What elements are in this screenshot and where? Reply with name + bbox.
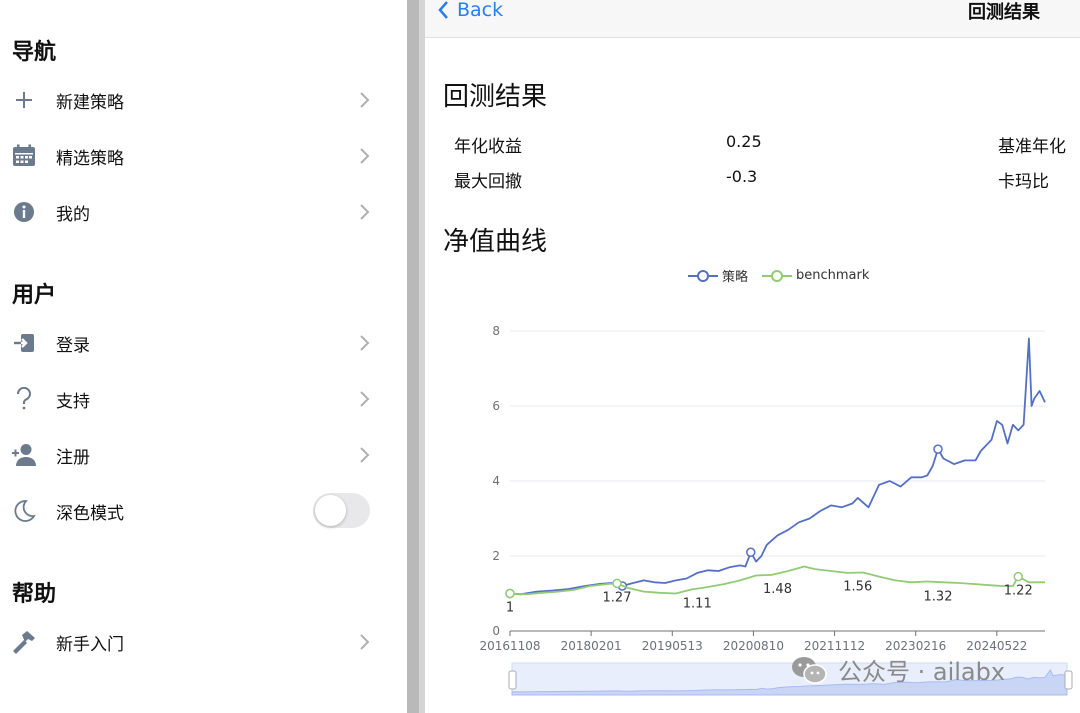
metric-label-max-drawdown: 最大回撤 xyxy=(454,172,522,192)
sidebar-item-label: 支持 xyxy=(56,391,90,412)
x-tick-label: 20240522 xyxy=(966,639,1027,653)
chevron-left-icon xyxy=(438,1,448,19)
y-tick-label: 8 xyxy=(492,324,500,338)
chevron-right-icon xyxy=(360,335,370,351)
chevron-right-icon xyxy=(360,148,370,164)
x-tick-label: 20200810 xyxy=(723,639,784,653)
moon-icon xyxy=(11,498,37,524)
chevron-right-icon xyxy=(360,634,370,650)
split-divider[interactable] xyxy=(407,0,425,713)
series-point xyxy=(933,444,943,454)
chevron-right-icon xyxy=(360,447,370,463)
sidebar-item-new-strategy[interactable]: 新建策略 xyxy=(0,76,390,124)
chevron-right-icon xyxy=(360,391,370,407)
hammer-icon xyxy=(11,629,37,655)
x-tick-label: 20211112 xyxy=(804,639,865,653)
chevron-right-icon xyxy=(360,204,370,220)
data-label: 1.56 xyxy=(843,580,872,595)
back-button[interactable]: Back xyxy=(437,0,503,23)
sidebar-item-support[interactable]: 支持 xyxy=(0,375,390,423)
question-icon xyxy=(11,386,37,412)
add-user-icon xyxy=(11,442,37,468)
curve-heading: 净值曲线 xyxy=(443,227,548,257)
back-label: Back xyxy=(457,0,504,21)
metric-value-max-drawdown: -0.3 xyxy=(726,167,758,186)
x-tick-label: 20190513 xyxy=(642,639,703,653)
sidebar-item-label: 精选策略 xyxy=(56,148,124,169)
series-point xyxy=(746,547,756,557)
sidebar-item-label: 新建策略 xyxy=(56,92,124,113)
toggle-knob xyxy=(315,495,346,526)
sidebar-item-label: 注册 xyxy=(56,447,90,468)
main-panel: Back 回测结果 回测结果 年化收益 0.25 基准年化 最大回撤 -0.3 … xyxy=(425,0,1080,713)
x-tick-label: 20230216 xyxy=(885,639,946,653)
series-point xyxy=(505,588,515,599)
login-icon xyxy=(11,330,37,356)
data-label: 1 xyxy=(506,601,514,616)
x-tick-label: 20180201 xyxy=(561,639,622,653)
results-heading: 回测结果 xyxy=(443,82,548,112)
x-tick-label: 20161108 xyxy=(479,639,540,653)
section-title-help: 帮助 xyxy=(12,582,57,607)
sidebar-item-label: 我的 xyxy=(56,204,90,225)
page-title: 回测结果 xyxy=(968,2,1040,23)
y-tick-label: 2 xyxy=(492,549,500,563)
info-icon xyxy=(11,199,37,225)
metric-value-annual-return: 0.25 xyxy=(726,132,762,151)
data-label: 1.22 xyxy=(1004,584,1033,599)
sidebar-item-label: 登录 xyxy=(56,335,90,356)
top-navigation-bar: Back 回测结果 xyxy=(425,0,1080,38)
series-point xyxy=(1013,571,1023,582)
calendar-icon xyxy=(11,143,37,169)
sidebar: 导航 新建策略 精选策略 我的 用户 登录 支持 注册 深色模式 帮助 新手入门 xyxy=(0,0,407,713)
sidebar-item-label: 深色模式 xyxy=(56,503,124,524)
series-point xyxy=(612,578,622,589)
sidebar-item-mine[interactable]: 我的 xyxy=(0,188,390,236)
sidebar-item-getting-started[interactable]: 新手入门 xyxy=(0,618,390,666)
metric-label-calmar: 卡玛比 xyxy=(998,172,1049,192)
zoom-handle-left xyxy=(508,670,517,690)
sidebar-item-login[interactable]: 登录 xyxy=(0,319,390,367)
sidebar-item-register[interactable]: 注册 xyxy=(0,431,390,479)
data-label: 1.11 xyxy=(683,596,712,611)
y-tick-label: 6 xyxy=(492,399,500,413)
metric-label-annual-return: 年化收益 xyxy=(454,137,522,157)
plus-icon xyxy=(11,87,37,113)
sidebar-item-label: 新手入门 xyxy=(56,634,124,655)
sidebar-item-dark-mode: 深色模式 xyxy=(0,487,390,535)
wechat-logo-icon xyxy=(792,656,827,684)
sidebar-item-featured-strategy[interactable]: 精选策略 xyxy=(0,132,390,180)
zoom-handle-right xyxy=(1064,670,1073,690)
watermark-text: 公众号 · ailabx xyxy=(838,658,1006,686)
data-label: 1.48 xyxy=(763,582,792,597)
y-tick-label: 0 xyxy=(492,624,500,638)
y-tick-label: 4 xyxy=(492,474,500,488)
data-label: 1.32 xyxy=(924,589,953,604)
data-label: 1.27 xyxy=(603,590,632,605)
section-title-nav: 导航 xyxy=(12,40,57,65)
metric-label-benchmark-annual: 基准年化 xyxy=(998,137,1066,157)
section-title-user: 用户 xyxy=(12,283,57,308)
chevron-right-icon xyxy=(360,92,370,108)
app-window: 导航 新建策略 精选策略 我的 用户 登录 支持 注册 深色模式 帮助 新手入门… xyxy=(0,0,1080,713)
net-value-chart: 0 2 4 6 8 20161108 20180201 20190513 20200810 202… xyxy=(479,324,1073,696)
watermark: 公众号 · ailabx xyxy=(790,652,1005,687)
dark-mode-toggle[interactable] xyxy=(313,493,370,528)
